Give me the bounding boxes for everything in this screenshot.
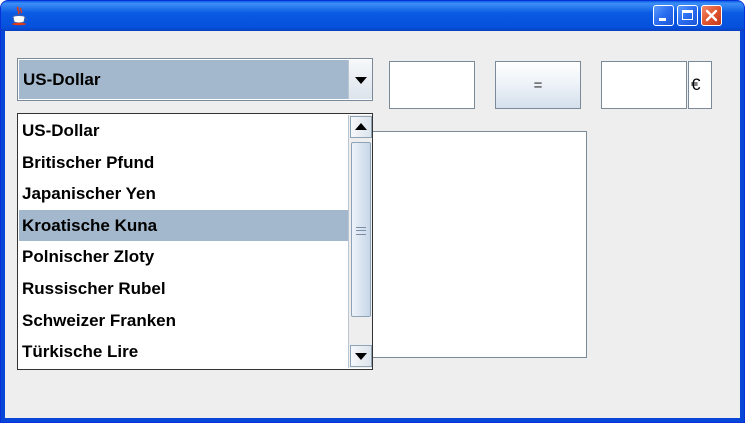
currency-options: US-Dollar Britischer Pfund Japanischer Y… — [19, 115, 348, 368]
currency-combo-selected[interactable]: US-Dollar — [19, 60, 348, 99]
close-icon — [705, 9, 718, 22]
option-kroatische-kuna[interactable]: Kroatische Kuna — [19, 209, 348, 242]
scroll-down-button[interactable] — [350, 345, 372, 367]
currency-combo[interactable]: US-Dollar — [17, 58, 373, 101]
chevron-down-icon — [355, 77, 367, 84]
currency-dropdown-list[interactable]: US-Dollar Britischer Pfund Japanischer Y… — [17, 113, 373, 370]
scroll-up-button[interactable] — [350, 116, 372, 138]
option-us-dollar[interactable]: US-Dollar — [19, 115, 348, 147]
amount-input[interactable] — [389, 61, 475, 109]
option-polnischer-zloty[interactable]: Polnischer Zloty — [19, 241, 348, 273]
option-tuerkische-lire[interactable]: Türkische Lire — [19, 336, 348, 368]
java-cup-icon — [12, 6, 28, 26]
scrollbar-thumb[interactable] — [351, 142, 371, 317]
content-panel: US-Dollar = € US-Dollar Britischer Pfund… — [5, 31, 740, 418]
option-britischer-pfund[interactable]: Britischer Pfund — [19, 147, 348, 179]
output-text-area[interactable] — [367, 131, 587, 358]
minimize-button[interactable] — [653, 5, 674, 26]
option-japanischer-yen[interactable]: Japanischer Yen — [19, 178, 348, 210]
result-input[interactable] — [601, 61, 687, 109]
maximize-button[interactable] — [677, 5, 698, 26]
maximize-icon — [682, 10, 693, 20]
equals-button[interactable]: = — [495, 61, 581, 109]
close-button[interactable] — [701, 5, 722, 26]
minimize-icon — [659, 18, 666, 21]
euro-label: € — [688, 61, 712, 109]
option-russischer-rubel[interactable]: Russischer Rubel — [19, 273, 348, 305]
dropdown-scrollbar[interactable] — [348, 115, 372, 368]
app-window: US-Dollar = € US-Dollar Britischer Pfund… — [0, 0, 745, 423]
chevron-down-icon — [355, 353, 367, 360]
title-bar[interactable] — [1, 1, 744, 31]
option-schweizer-franken[interactable]: Schweizer Franken — [19, 305, 348, 337]
grip-icon — [356, 227, 366, 235]
chevron-up-icon — [355, 123, 367, 130]
currency-combo-arrow-button[interactable] — [348, 60, 372, 99]
